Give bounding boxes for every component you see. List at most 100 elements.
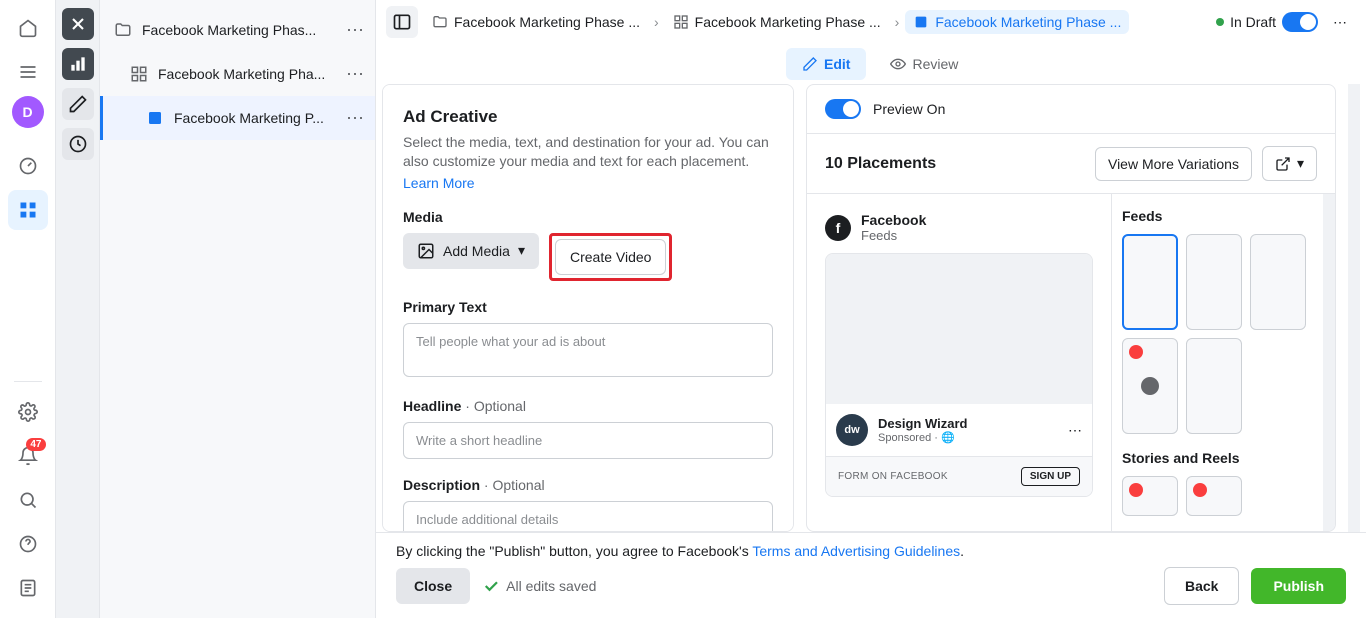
scrollbar[interactable] bbox=[1323, 194, 1335, 531]
headline-label: Headline · Optional bbox=[403, 398, 773, 414]
publish-toggle[interactable] bbox=[1282, 12, 1318, 32]
placement-thumb[interactable] bbox=[1186, 476, 1242, 516]
more-icon[interactable]: ⋯ bbox=[336, 64, 375, 85]
view-more-variations-button[interactable]: View More Variations bbox=[1095, 147, 1252, 181]
ad-preview-mock: f Facebook Feeds dw Design Wiza bbox=[807, 194, 1111, 531]
placement-thumb[interactable] bbox=[1186, 234, 1242, 330]
primary-text-label: Primary Text bbox=[403, 299, 773, 315]
learn-more-link[interactable]: Learn More bbox=[403, 175, 773, 191]
chart-icon[interactable] bbox=[62, 48, 94, 80]
back-button[interactable]: Back bbox=[1164, 567, 1239, 605]
breadcrumb-label: Facebook Marketing Phase ... bbox=[454, 14, 640, 30]
ad-image-placeholder bbox=[826, 254, 1092, 404]
main-area: Facebook Marketing Phase ... › Facebook … bbox=[376, 0, 1366, 618]
clock-icon[interactable] bbox=[62, 128, 94, 160]
error-icon bbox=[1129, 483, 1143, 497]
fb-icon bbox=[1141, 377, 1159, 395]
advertiser-avatar: dw bbox=[836, 414, 868, 446]
status-label: In Draft bbox=[1230, 14, 1276, 30]
close-button[interactable]: Close bbox=[396, 568, 470, 604]
campaign-tree: Facebook Marketing Phas... ⋯ Facebook Ma… bbox=[100, 0, 376, 618]
sponsored-label: Sponsored bbox=[878, 432, 931, 444]
side-heading-feeds: Feeds bbox=[1122, 208, 1313, 224]
home-icon[interactable] bbox=[8, 8, 48, 48]
preview-toggle-label: Preview On bbox=[873, 101, 945, 117]
ad-card: dw Design Wizard Sponsored · 🌐 ⋯ FORM ON… bbox=[825, 253, 1093, 497]
ad-creative-panel: Ad Creative Select the media, text, and … bbox=[382, 84, 794, 532]
edit-review-tabs: Edit Review bbox=[376, 44, 1366, 84]
preview-surface: Feeds bbox=[861, 228, 926, 243]
signup-button[interactable]: SIGN UP bbox=[1021, 467, 1080, 486]
cta-context: FORM ON FACEBOOK bbox=[838, 471, 948, 482]
more-icon[interactable]: ⋯ bbox=[1324, 6, 1356, 38]
panel-toggle-icon[interactable] bbox=[386, 6, 418, 38]
description-label: Description · Optional bbox=[403, 477, 773, 493]
section-heading: Ad Creative bbox=[403, 107, 773, 127]
breadcrumb-ad[interactable]: Facebook Marketing Phase ... bbox=[905, 10, 1129, 34]
button-label: Add Media bbox=[443, 243, 510, 259]
add-media-button[interactable]: Add Media ▾ bbox=[403, 233, 539, 269]
pencil-icon[interactable] bbox=[62, 88, 94, 120]
chevron-right-icon: › bbox=[654, 14, 659, 30]
menu-icon[interactable] bbox=[8, 52, 48, 92]
breadcrumb-campaign[interactable]: Facebook Marketing Phase ... bbox=[424, 10, 648, 34]
tree-item-ad[interactable]: Facebook Marketing P... ⋯ bbox=[100, 96, 375, 140]
tree-item-adset[interactable]: Facebook Marketing Pha... ⋯ bbox=[100, 52, 375, 96]
media-label: Media bbox=[403, 209, 773, 225]
placement-thumb[interactable] bbox=[1250, 234, 1306, 330]
status-dot-icon bbox=[1216, 18, 1224, 26]
create-video-highlight: Create Video bbox=[549, 233, 672, 281]
tree-label: Facebook Marketing P... bbox=[174, 110, 326, 126]
gear-icon[interactable] bbox=[8, 392, 48, 432]
preview-panel: Preview On 10 Placements View More Varia… bbox=[806, 84, 1336, 532]
tab-edit[interactable]: Edit bbox=[786, 48, 866, 80]
section-description: Select the media, text, and destination … bbox=[403, 133, 773, 171]
reports-icon[interactable] bbox=[8, 568, 48, 608]
placement-thumb[interactable] bbox=[1122, 234, 1178, 330]
primary-text-input[interactable] bbox=[403, 323, 773, 377]
global-nav-rail: D 47 bbox=[0, 0, 56, 618]
placement-thumb[interactable] bbox=[1122, 476, 1178, 516]
help-icon[interactable] bbox=[8, 524, 48, 564]
placement-thumb[interactable] bbox=[1186, 338, 1242, 434]
tab-label: Edit bbox=[824, 56, 850, 72]
error-icon bbox=[1129, 345, 1143, 359]
scrollbar[interactable] bbox=[1348, 84, 1360, 532]
placements-count: 10 Placements bbox=[825, 155, 1085, 173]
caret-down-icon: ▾ bbox=[518, 242, 525, 259]
publish-button[interactable]: Publish bbox=[1251, 568, 1346, 604]
save-status: All edits saved bbox=[482, 577, 596, 595]
more-icon[interactable]: ⋯ bbox=[1068, 422, 1082, 439]
tab-review[interactable]: Review bbox=[874, 48, 974, 80]
caret-down-icon: ▾ bbox=[1297, 155, 1304, 172]
tree-label: Facebook Marketing Pha... bbox=[158, 66, 326, 82]
create-video-button[interactable]: Create Video bbox=[555, 239, 666, 275]
placement-thumb[interactable] bbox=[1122, 338, 1178, 434]
more-icon[interactable]: ⋯ bbox=[336, 108, 375, 129]
status-indicator: In Draft bbox=[1216, 14, 1276, 30]
tree-label: Facebook Marketing Phas... bbox=[142, 22, 326, 38]
breadcrumb-adset[interactable]: Facebook Marketing Phase ... bbox=[665, 10, 889, 34]
bell-icon[interactable]: 47 bbox=[8, 436, 48, 476]
tab-label: Review bbox=[912, 56, 958, 72]
close-icon[interactable] bbox=[62, 8, 94, 40]
more-icon[interactable]: ⋯ bbox=[336, 20, 375, 41]
terms-link[interactable]: Terms and Advertising Guidelines bbox=[752, 543, 960, 559]
button-label: View More Variations bbox=[1108, 156, 1239, 172]
campaigns-icon[interactable] bbox=[8, 190, 48, 230]
tree-item-campaign[interactable]: Facebook Marketing Phas... ⋯ bbox=[100, 8, 375, 52]
breadcrumb-label: Facebook Marketing Phase ... bbox=[695, 14, 881, 30]
description-input[interactable] bbox=[403, 501, 773, 532]
notification-badge: 47 bbox=[26, 438, 45, 451]
side-heading-stories: Stories and Reels bbox=[1122, 450, 1313, 466]
avatar[interactable]: D bbox=[12, 96, 44, 128]
open-external-button[interactable]: ▾ bbox=[1262, 146, 1317, 181]
search-icon[interactable] bbox=[8, 480, 48, 520]
placement-thumbnails: Feeds Stories and Reels bbox=[1111, 194, 1323, 531]
button-label: Create Video bbox=[570, 249, 651, 265]
gauge-icon[interactable] bbox=[8, 146, 48, 186]
preview-toggle[interactable] bbox=[825, 99, 861, 119]
headline-input[interactable] bbox=[403, 422, 773, 459]
facebook-logo-icon: f bbox=[825, 215, 851, 241]
chevron-right-icon: › bbox=[895, 14, 900, 30]
